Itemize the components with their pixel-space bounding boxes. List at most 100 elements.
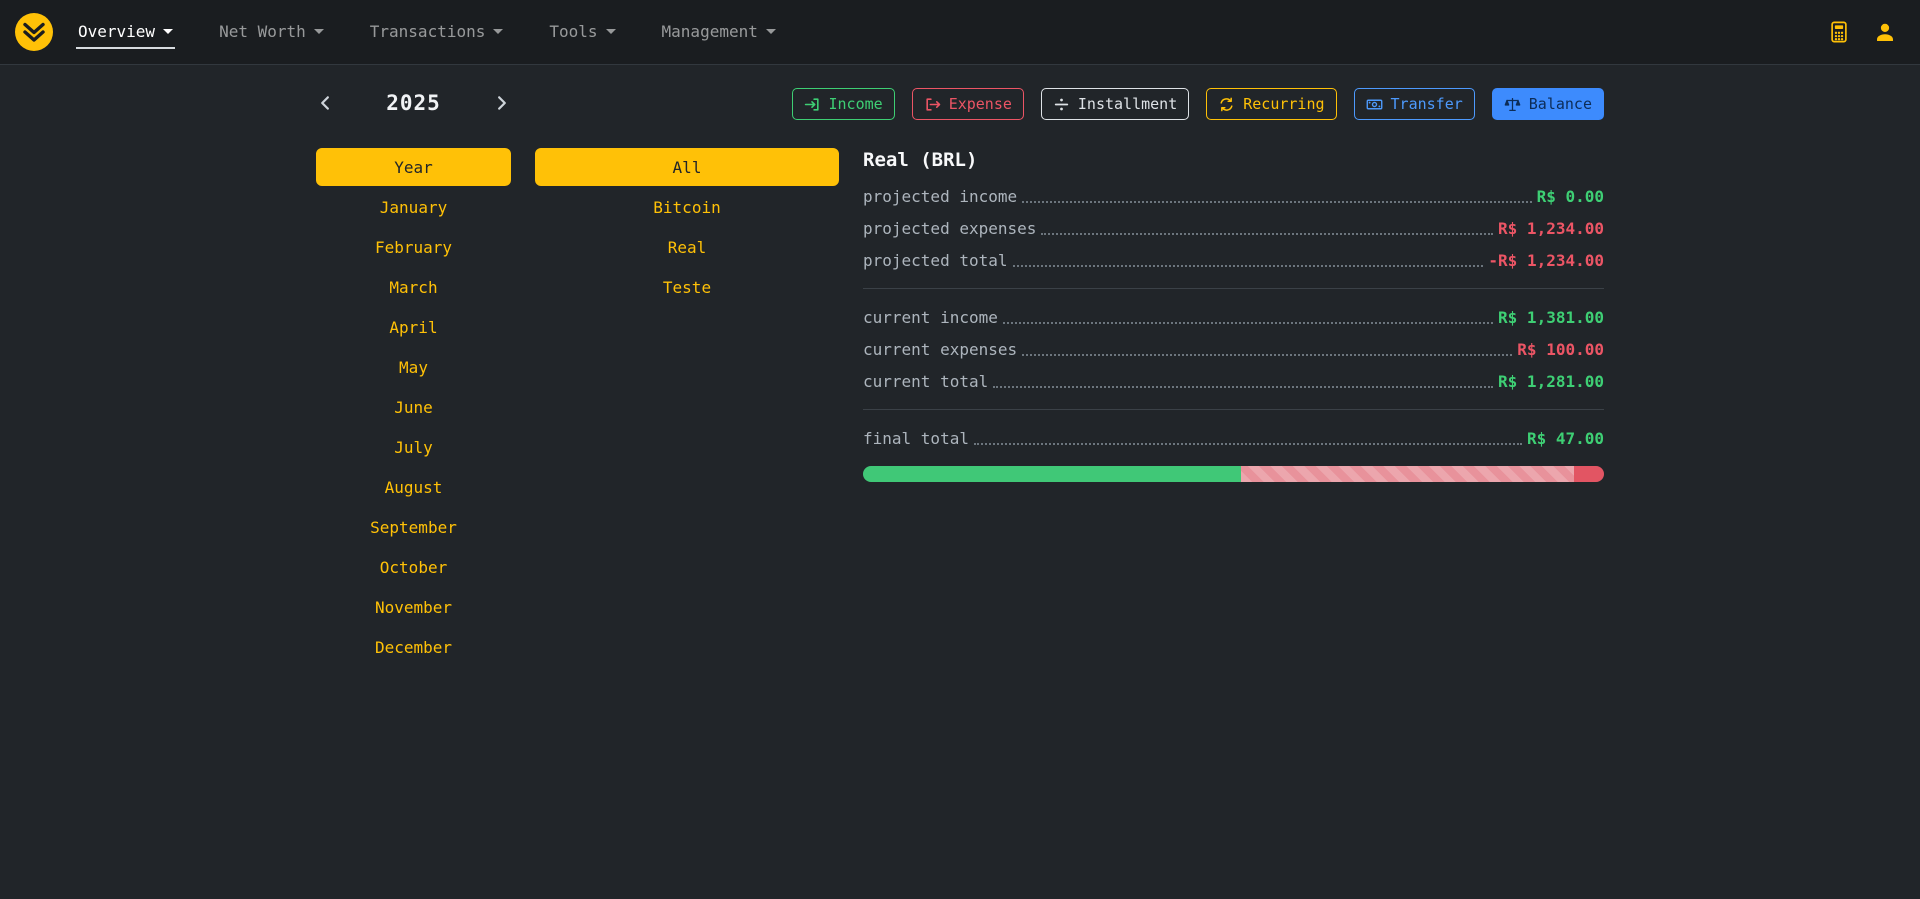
income-button[interactable]: Income — [792, 88, 895, 120]
row-value: -R$ 1,234.00 — [1488, 251, 1604, 270]
nav-overview[interactable]: Overview — [76, 16, 175, 49]
divider — [863, 409, 1604, 410]
row-label: projected total — [863, 251, 1008, 270]
calculator-icon[interactable] — [1828, 21, 1850, 43]
nav-overview-label: Overview — [78, 22, 155, 41]
row-current-income: current income R$ 1,381.00 — [863, 301, 1604, 333]
main-content: 2025 Year January February March April M… — [0, 65, 1920, 667]
nav-management[interactable]: Management — [660, 16, 778, 49]
nav-net-worth-label: Net Worth — [219, 22, 306, 41]
chevron-down-icon — [606, 29, 616, 34]
dotted-leader — [993, 374, 1493, 388]
expense-button-label: Expense — [949, 95, 1012, 113]
logo-icon — [14, 12, 54, 52]
transfer-button[interactable]: Transfer — [1354, 88, 1475, 120]
user-icon[interactable] — [1874, 21, 1896, 43]
row-final-total: final total R$ 47.00 — [863, 422, 1604, 454]
row-value: R$ 1,234.00 — [1498, 219, 1604, 238]
summary-rows: projected income R$ 0.00 projected expen… — [863, 180, 1604, 454]
row-value: R$ 100.00 — [1517, 340, 1604, 359]
row-projected-expenses: projected expenses R$ 1,234.00 — [863, 212, 1604, 244]
year-button[interactable]: Year — [316, 148, 511, 186]
dotted-leader — [1022, 189, 1531, 203]
month-february[interactable]: February — [375, 238, 452, 257]
installment-button[interactable]: Installment — [1041, 88, 1189, 120]
nav-tools-label: Tools — [549, 22, 597, 41]
divider — [863, 288, 1604, 289]
main-nav: Overview Net Worth Transactions Tools Ma… — [76, 0, 820, 64]
year-label: 2025 — [386, 91, 441, 115]
currency-title: Real (BRL) — [863, 148, 1604, 172]
next-year-button[interactable] — [492, 92, 511, 114]
month-november[interactable]: November — [375, 598, 452, 617]
dotted-leader — [1022, 342, 1512, 356]
row-current-total: current total R$ 1,281.00 — [863, 365, 1604, 397]
nav-transactions[interactable]: Transactions — [368, 16, 506, 49]
chevron-down-icon — [314, 29, 324, 34]
balance-progress-bar — [863, 466, 1604, 482]
month-june[interactable]: June — [394, 398, 433, 417]
month-september[interactable]: September — [370, 518, 457, 537]
row-projected-income: projected income R$ 0.00 — [863, 180, 1604, 212]
expense-button[interactable]: Expense — [912, 88, 1024, 120]
chevron-down-icon — [493, 29, 503, 34]
progress-red-segment — [1574, 466, 1604, 482]
navbar-right — [1828, 21, 1906, 43]
nav-net-worth[interactable]: Net Worth — [217, 16, 326, 49]
all-accounts-button[interactable]: All — [535, 148, 839, 186]
month-march[interactable]: March — [389, 278, 437, 297]
divide-icon — [1053, 96, 1070, 113]
row-label: current expenses — [863, 340, 1017, 359]
chevron-down-icon — [766, 29, 776, 34]
box-arrow-right-icon — [924, 96, 941, 113]
month-august[interactable]: August — [385, 478, 443, 497]
row-label: final total — [863, 429, 969, 448]
month-list: January February March April May June Ju… — [316, 187, 511, 667]
row-value: R$ 1,381.00 — [1498, 308, 1604, 327]
chevron-right-icon — [494, 94, 509, 112]
dotted-leader — [1013, 253, 1484, 267]
scales-icon — [1504, 96, 1521, 113]
dotted-leader — [1003, 310, 1493, 324]
month-july[interactable]: July — [394, 438, 433, 457]
row-label: current income — [863, 308, 998, 327]
year-navigation: 2025 — [316, 88, 511, 118]
row-value: R$ 0.00 — [1537, 187, 1604, 206]
nav-management-label: Management — [662, 22, 758, 41]
action-buttons: Income Expense Installment — [863, 88, 1604, 120]
month-december[interactable]: December — [375, 638, 452, 657]
account-real[interactable]: Real — [668, 238, 707, 257]
chevron-down-icon — [163, 29, 173, 34]
dotted-leader — [974, 431, 1522, 445]
progress-green-segment — [863, 466, 1241, 482]
prev-year-button[interactable] — [316, 92, 335, 114]
month-january[interactable]: January — [380, 198, 447, 217]
chevron-left-icon — [318, 94, 333, 112]
row-value: R$ 1,281.00 — [1498, 372, 1604, 391]
transfer-button-label: Transfer — [1391, 95, 1463, 113]
account-bitcoin[interactable]: Bitcoin — [653, 198, 720, 217]
account-teste[interactable]: Teste — [663, 278, 711, 297]
month-april[interactable]: April — [389, 318, 437, 337]
top-navbar: Overview Net Worth Transactions Tools Ma… — [0, 0, 1920, 65]
row-label: current total — [863, 372, 988, 391]
month-may[interactable]: May — [399, 358, 428, 377]
balance-button-label: Balance — [1529, 95, 1592, 113]
recurring-button[interactable]: Recurring — [1206, 88, 1336, 120]
app-logo[interactable] — [14, 12, 54, 52]
account-list: Bitcoin Real Teste — [535, 187, 839, 307]
box-arrow-in-right-icon — [804, 96, 821, 113]
summary-panel: Income Expense Installment — [863, 88, 1604, 667]
row-current-expenses: current expenses R$ 100.00 — [863, 333, 1604, 365]
accounts-panel: All Bitcoin Real Teste — [535, 88, 839, 667]
income-button-label: Income — [829, 95, 883, 113]
installment-button-label: Installment — [1078, 95, 1177, 113]
progress-striped-segment — [1241, 466, 1574, 482]
period-panel: 2025 Year January February March April M… — [316, 88, 511, 667]
balance-button[interactable]: Balance — [1492, 88, 1604, 120]
row-value: R$ 47.00 — [1527, 429, 1604, 448]
dotted-leader — [1041, 221, 1493, 235]
nav-tools[interactable]: Tools — [547, 16, 617, 49]
month-october[interactable]: October — [380, 558, 447, 577]
row-projected-total: projected total -R$ 1,234.00 — [863, 244, 1604, 276]
